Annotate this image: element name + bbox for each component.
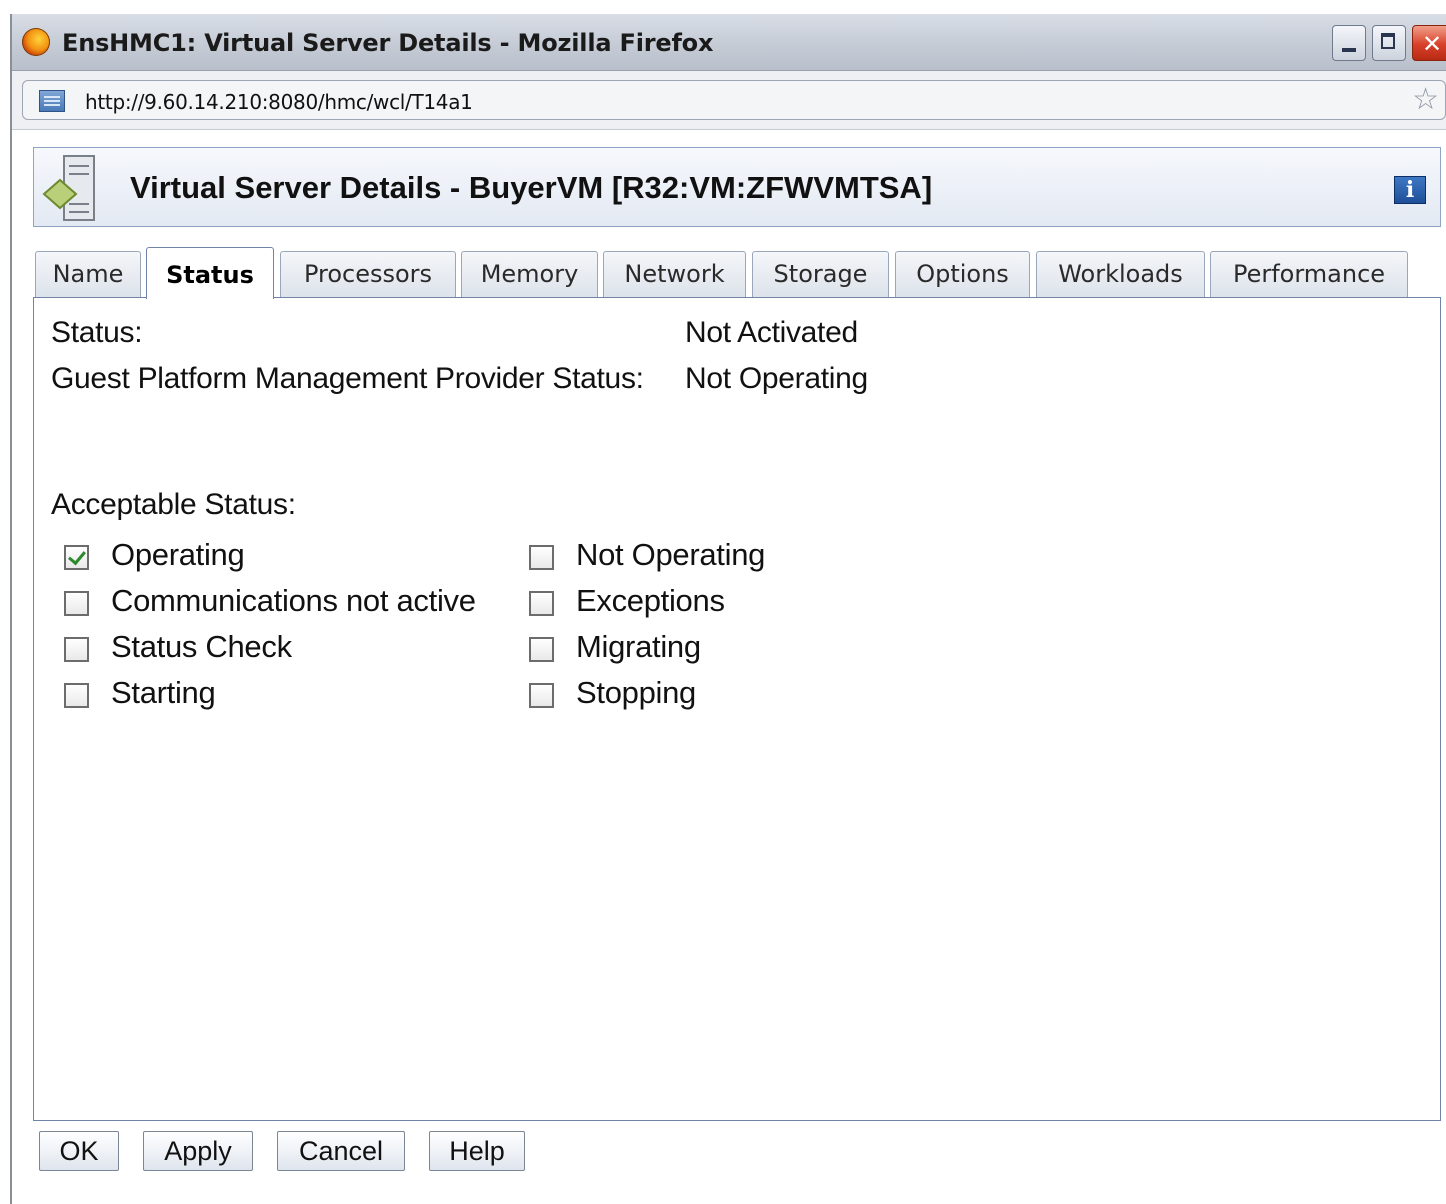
starting-checkbox[interactable] — [64, 683, 89, 708]
migrating-checkbox-label[interactable]: Migrating — [576, 629, 701, 665]
not-operating-checkbox-label[interactable]: Not Operating — [576, 537, 765, 573]
communications-not-active-checkbox-label[interactable]: Communications not active — [111, 583, 476, 619]
status-label: Status: — [51, 316, 143, 349]
cancel-button[interactable]: Cancel — [277, 1131, 405, 1171]
tab-processors[interactable]: Processors — [280, 251, 456, 297]
minimize-icon — [1342, 48, 1356, 52]
firefox-icon — [22, 28, 50, 56]
exceptions-checkbox[interactable] — [529, 591, 554, 616]
address-bar: http://9.60.14.210:8080/hmc/wcl/T14a1 ☆ — [12, 71, 1446, 130]
bookmark-star-icon[interactable]: ☆ — [1412, 83, 1439, 117]
exceptions-checkbox-label[interactable]: Exceptions — [576, 583, 725, 619]
gpmp-status-label: Guest Platform Management Provider Statu… — [51, 362, 644, 395]
tab-storage[interactable]: Storage — [752, 251, 889, 297]
help-button[interactable]: Help — [429, 1131, 525, 1171]
close-window-button[interactable]: ✕ — [1412, 25, 1446, 61]
close-icon: ✕ — [1422, 30, 1443, 58]
minimize-button[interactable] — [1332, 25, 1366, 61]
window-title: EnsHMC1: Virtual Server Details - Mozill… — [62, 29, 714, 57]
tab-performance[interactable]: Performance — [1210, 251, 1408, 297]
url-field[interactable]: http://9.60.14.210:8080/hmc/wcl/T14a1 ☆ — [22, 80, 1446, 120]
tab-status[interactable]: Status — [146, 247, 274, 299]
status-value: Not Activated — [685, 316, 858, 349]
virtual-server-icon — [42, 155, 95, 221]
acceptable-status-heading: Acceptable Status: — [51, 488, 296, 521]
maximize-button[interactable] — [1372, 25, 1406, 61]
operating-checkbox-label[interactable]: Operating — [111, 537, 245, 573]
migrating-checkbox[interactable] — [529, 637, 554, 662]
ok-button[interactable]: OK — [39, 1131, 119, 1171]
tab-bar: Name Status Processors Memory Network St… — [33, 247, 1441, 299]
tab-network[interactable]: Network — [603, 251, 746, 297]
communications-not-active-checkbox[interactable] — [64, 591, 89, 616]
screen-top-edge — [10, 0, 1446, 14]
maximize-icon — [1381, 33, 1395, 49]
site-identity-icon[interactable] — [39, 90, 65, 112]
stopping-checkbox[interactable] — [529, 683, 554, 708]
stopping-checkbox-label[interactable]: Stopping — [576, 675, 696, 711]
url-text[interactable]: http://9.60.14.210:8080/hmc/wcl/T14a1 — [85, 90, 473, 114]
not-operating-checkbox[interactable] — [529, 545, 554, 570]
status-check-checkbox[interactable] — [64, 637, 89, 662]
tab-name[interactable]: Name — [35, 251, 141, 297]
page-header: Virtual Server Details - BuyerVM [R32:VM… — [33, 147, 1441, 227]
page-title: Virtual Server Details - BuyerVM [R32:VM… — [130, 170, 933, 205]
screen-left-edge — [0, 0, 12, 1204]
operating-checkbox[interactable] — [64, 545, 89, 570]
tab-options[interactable]: Options — [895, 251, 1030, 297]
status-check-checkbox-label[interactable]: Status Check — [111, 629, 292, 665]
starting-checkbox-label[interactable]: Starting — [111, 675, 216, 711]
info-icon[interactable]: i — [1394, 176, 1426, 204]
tab-workloads[interactable]: Workloads — [1036, 251, 1205, 297]
window-titlebar: EnsHMC1: Virtual Server Details - Mozill… — [12, 14, 1446, 71]
status-panel: Status: Not Activated Guest Platform Man… — [33, 297, 1441, 1121]
gpmp-status-value: Not Operating — [685, 362, 868, 395]
apply-button[interactable]: Apply — [143, 1131, 253, 1171]
tab-memory[interactable]: Memory — [461, 251, 598, 297]
